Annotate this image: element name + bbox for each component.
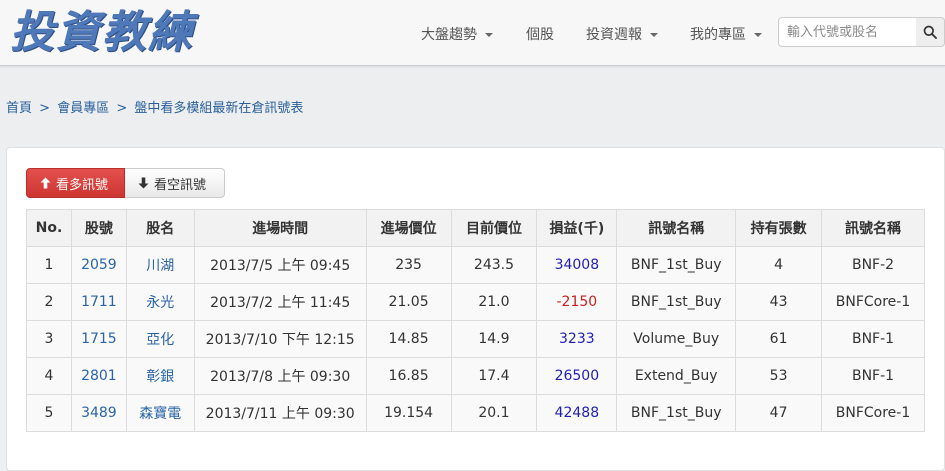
entry-time: 2013/7/8 上午 09:30 [193, 357, 367, 395]
top-navbar: 投資教練 大盤趨勢 個股 投資週報 我的專區 [0, 0, 945, 66]
stock-name-link[interactable]: 川湖 [125, 246, 195, 284]
signal-name-2: BNF-1 [821, 320, 925, 358]
entry-time: 2013/7/2 上午 11:45 [193, 283, 367, 321]
short-signal-label: 看空訊號 [154, 177, 207, 193]
current-price: 243.5 [450, 246, 538, 284]
nav-market-trend-label: 大盤趨勢 [421, 27, 477, 43]
signal-name-2: BNFCore-1 [821, 394, 925, 432]
caret-down-icon [754, 33, 762, 37]
current-price: 20.1 [450, 394, 538, 432]
column-header[interactable]: 損益(千) [536, 209, 618, 247]
shares-held: 53 [735, 357, 823, 395]
breadcrumb-current-page: 盤中看多模組最新在倉訊號表 [134, 101, 304, 116]
signal-name: BNF_1st_Buy [616, 394, 737, 432]
nav-stocks-label: 個股 [526, 27, 554, 43]
search-icon [923, 25, 937, 39]
signal-name: BNF_1st_Buy [616, 283, 737, 321]
pnl-value: 3233 [536, 320, 618, 358]
signals-panel: 看多訊號 看空訊號 No. 股號 股名 進場時間 進場價位 目前價位 損益(千)… [6, 147, 945, 471]
column-header[interactable]: 股名 [125, 209, 195, 247]
signal-name-2: BNFCore-1 [821, 283, 925, 321]
entry-price: 21.05 [365, 283, 452, 321]
current-price: 17.4 [450, 357, 538, 395]
column-header[interactable]: No. [26, 209, 72, 247]
stock-code-link[interactable]: 1711 [70, 283, 127, 321]
nav-my-area[interactable]: 我的專區 [690, 24, 762, 44]
pnl-value: 42488 [536, 394, 618, 432]
shares-held: 4 [735, 246, 823, 284]
breadcrumb-home[interactable]: 首頁 [6, 101, 32, 116]
breadcrumb: 首頁 > 會員專區 > 盤中看多模組最新在倉訊號表 [6, 97, 303, 116]
row-number: 3 [26, 320, 72, 358]
current-price: 14.9 [450, 320, 538, 358]
shares-held: 43 [735, 283, 823, 321]
long-signal-button[interactable]: 看多訊號 [26, 168, 125, 198]
column-header[interactable]: 持有張數 [735, 209, 823, 247]
entry-price: 19.154 [365, 394, 452, 432]
long-signal-label: 看多訊號 [56, 177, 109, 193]
nav-weekly-report-label: 投資週報 [586, 27, 642, 43]
search-button[interactable] [916, 17, 945, 47]
short-signal-button[interactable]: 看空訊號 [125, 168, 225, 198]
breadcrumb-separator: > [116, 101, 128, 116]
signals-table: No. 股號 股名 進場時間 進場價位 目前價位 損益(千) 訊號名稱 持有張數… [26, 209, 925, 432]
nav-weekly-report[interactable]: 投資週報 [586, 24, 658, 44]
table-row: 3 1715 亞化 2013/7/10 下午 12:15 14.85 14.9 … [26, 320, 925, 358]
signal-name: BNF_1st_Buy [616, 246, 737, 284]
nav-market-trend[interactable]: 大盤趨勢 [421, 24, 493, 44]
signal-type-toggle: 看多訊號 看空訊號 [26, 168, 225, 198]
stock-name-link[interactable]: 永光 [125, 283, 195, 321]
current-price: 21.0 [450, 283, 538, 321]
search-input[interactable] [778, 17, 917, 47]
stock-code-link[interactable]: 2059 [70, 246, 127, 284]
stock-name-link[interactable]: 森寶電 [125, 394, 195, 432]
signal-name-2: BNF-2 [821, 246, 925, 284]
signal-name: Extend_Buy [616, 357, 737, 395]
entry-time: 2013/7/5 上午 09:45 [193, 246, 367, 284]
shares-held: 47 [735, 394, 823, 432]
table-row: 4 2801 彰銀 2013/7/8 上午 09:30 16.85 17.4 2… [26, 357, 925, 395]
row-number: 1 [26, 246, 72, 284]
column-header[interactable]: 目前價位 [450, 209, 538, 247]
signal-name-2: BNF-1 [821, 357, 925, 395]
pnl-value: 34008 [536, 246, 618, 284]
stock-name-link[interactable]: 亞化 [125, 320, 195, 358]
site-logo[interactable]: 投資教練 [10, 6, 194, 60]
nav-stocks[interactable]: 個股 [526, 24, 554, 44]
entry-price: 16.85 [365, 357, 452, 395]
entry-price: 14.85 [365, 320, 452, 358]
row-number: 5 [26, 394, 72, 432]
entry-price: 235 [365, 246, 452, 284]
nav-my-area-label: 我的專區 [690, 27, 746, 43]
table-row: 5 3489 森寶電 2013/7/11 上午 09:30 19.154 20.… [26, 394, 925, 432]
stock-code-link[interactable]: 3489 [70, 394, 127, 432]
pnl-value: -2150 [536, 283, 618, 321]
stock-code-link[interactable]: 2801 [70, 357, 127, 395]
breadcrumb-member-area[interactable]: 會員專區 [57, 101, 109, 116]
column-header[interactable]: 進場時間 [193, 209, 367, 247]
column-header[interactable]: 訊號名稱 [616, 209, 737, 247]
column-header[interactable]: 訊號名稱 [821, 209, 925, 247]
pnl-value: 26500 [536, 357, 618, 395]
entry-time: 2013/7/11 上午 09:30 [193, 394, 367, 432]
stock-name-link[interactable]: 彰銀 [125, 357, 195, 395]
caret-down-icon [485, 33, 493, 37]
breadcrumb-separator: > [39, 101, 51, 116]
table-row: 2 1711 永光 2013/7/2 上午 11:45 21.05 21.0 -… [26, 283, 925, 321]
table-header-row: No. 股號 股名 進場時間 進場價位 目前價位 損益(千) 訊號名稱 持有張數… [26, 209, 925, 247]
stock-code-link[interactable]: 1715 [70, 320, 127, 358]
entry-time: 2013/7/10 下午 12:15 [193, 320, 367, 358]
column-header[interactable]: 股號 [70, 209, 127, 247]
shares-held: 61 [735, 320, 823, 358]
row-number: 4 [26, 357, 72, 395]
row-number: 2 [26, 283, 72, 321]
arrow-down-icon [138, 177, 149, 189]
arrow-up-icon [40, 177, 51, 189]
column-header[interactable]: 進場價位 [365, 209, 452, 247]
caret-down-icon [650, 33, 658, 37]
table-row: 1 2059 川湖 2013/7/5 上午 09:45 235 243.5 34… [26, 246, 925, 284]
signal-name: Volume_Buy [616, 320, 737, 358]
